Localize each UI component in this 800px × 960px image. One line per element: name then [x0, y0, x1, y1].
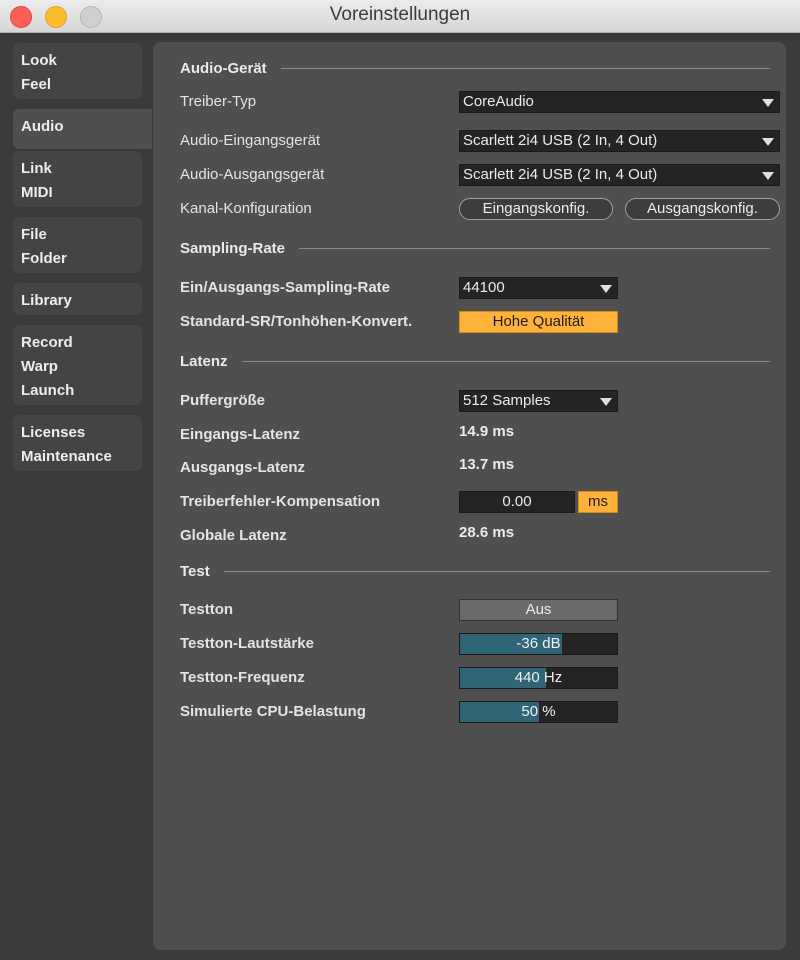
input-latency-value: 14.9 ms	[459, 423, 515, 440]
input-latency-label: Eingangs-Latenz	[180, 426, 301, 443]
dropdown-value: 44100	[463, 279, 505, 296]
sidebar-item-label: Feel	[21, 76, 52, 93]
section-latency: Latenz	[180, 353, 770, 370]
dropdown-arrow-icon	[762, 138, 774, 146]
sidebar-item-label: Audio	[21, 118, 64, 135]
dropdown-value: Scarlett 2i4 USB (2 In, 4 Out)	[463, 132, 658, 149]
sidebar-item-label: Licenses	[21, 424, 86, 441]
section-heading: Sampling-Rate	[180, 240, 286, 257]
preferences-panel: Audio-Gerät Treiber-Typ CoreAudio Audio-…	[153, 42, 786, 950]
test-volume-slider[interactable]: -36 dB	[459, 633, 618, 655]
section-test: Test	[180, 563, 770, 580]
sidebar: Look Feel Audio Link MIDI File Folder Li…	[0, 33, 152, 960]
buffer-size-label: Puffergröße	[180, 392, 266, 409]
sidebar-item-label: Folder	[21, 250, 67, 267]
dropdown-value: CoreAudio	[463, 93, 534, 110]
dropdown-value: 512 Samples	[463, 392, 551, 409]
sidebar-item-label: MIDI	[21, 184, 53, 201]
conversion-label: Standard-SR/Tonhöhen-Konvert.	[180, 313, 413, 330]
section-heading: Test	[180, 563, 210, 580]
conversion-quality-toggle[interactable]: Hohe Qualität	[459, 311, 618, 333]
section-divider	[280, 68, 770, 69]
test-volume-label: Testton-Lautstärke	[180, 635, 314, 652]
cpu-load-slider[interactable]: 50 %	[459, 701, 618, 723]
output-device-label: Audio-Ausgangsgerät	[180, 166, 325, 183]
input-device-dropdown[interactable]: Scarlett 2i4 USB (2 In, 4 Out)	[459, 130, 780, 152]
sidebar-item-licenses-maintenance[interactable]: Licenses Maintenance	[13, 415, 142, 471]
input-device-label: Audio-Eingangsgerät	[180, 132, 321, 149]
test-frequency-label: Testton-Frequenz	[180, 669, 305, 686]
dropdown-arrow-icon	[600, 398, 612, 406]
cpu-load-label: Simulierte CPU-Belastung	[180, 703, 366, 720]
sidebar-item-label: Launch	[21, 382, 75, 399]
dropdown-arrow-icon	[600, 285, 612, 293]
sidebar-item-link-midi[interactable]: Link MIDI	[13, 151, 142, 207]
section-audio-device: Audio-Gerät	[180, 60, 770, 77]
dropdown-arrow-icon	[762, 172, 774, 180]
sidebar-item-record-warp-launch[interactable]: Record Warp Launch	[13, 325, 142, 405]
input-config-button[interactable]: Eingangskonfig.	[459, 198, 613, 220]
sidebar-item-label: Look	[21, 52, 57, 69]
dropdown-value: Scarlett 2i4 USB (2 In, 4 Out)	[463, 166, 658, 183]
window-title: Voreinstellungen	[329, 4, 471, 25]
title-bar: Voreinstellungen	[0, 0, 800, 33]
section-sampling-rate: Sampling-Rate	[180, 240, 770, 257]
sidebar-item-label: Record	[21, 334, 73, 351]
section-divider	[223, 571, 770, 572]
output-config-button[interactable]: Ausgangskonfig.	[625, 198, 780, 220]
sidebar-item-label: Warp	[21, 358, 58, 375]
section-divider	[241, 361, 770, 362]
section-divider	[299, 248, 770, 249]
slider-value: 440 Hz	[514, 669, 563, 686]
test-frequency-slider[interactable]: 440 Hz	[459, 667, 618, 689]
sidebar-item-label: Library	[21, 292, 72, 309]
global-latency-value: 28.6 ms	[459, 524, 515, 541]
slider-value: 50 %	[521, 703, 556, 720]
sampling-rate-dropdown[interactable]: 44100	[459, 277, 618, 299]
sidebar-item-file-folder[interactable]: File Folder	[13, 217, 142, 273]
test-tone-label: Testton	[180, 601, 234, 618]
sidebar-item-library[interactable]: Library	[13, 283, 142, 315]
sampling-rate-label: Ein/Ausgangs-Sampling-Rate	[180, 279, 391, 296]
sidebar-item-label: File	[21, 226, 47, 243]
driver-type-dropdown[interactable]: CoreAudio	[459, 91, 780, 113]
sidebar-item-look-feel[interactable]: Look Feel	[13, 43, 142, 99]
slider-value: -36 dB	[516, 635, 561, 652]
driver-type-label: Treiber-Typ	[180, 93, 257, 110]
output-latency-value: 13.7 ms	[459, 456, 515, 473]
sidebar-item-label: Link	[21, 160, 52, 177]
driver-comp-input[interactable]: 0.00	[459, 491, 575, 513]
buffer-size-dropdown[interactable]: 512 Samples	[459, 390, 618, 412]
sidebar-item-label: Maintenance	[21, 448, 112, 465]
sidebar-item-audio[interactable]: Audio	[13, 109, 152, 149]
section-heading: Audio-Gerät	[180, 60, 267, 77]
output-device-dropdown[interactable]: Scarlett 2i4 USB (2 In, 4 Out)	[459, 164, 780, 186]
test-tone-toggle[interactable]: Aus	[459, 599, 618, 621]
driver-comp-label: Treiberfehler-Kompensation	[180, 493, 381, 510]
section-heading: Latenz	[180, 353, 228, 370]
global-latency-label: Globale Latenz	[180, 527, 287, 544]
driver-comp-unit: ms	[578, 491, 618, 513]
output-latency-label: Ausgangs-Latenz	[180, 459, 306, 476]
dropdown-arrow-icon	[762, 99, 774, 107]
channel-config-label: Kanal-Konfiguration	[180, 200, 312, 217]
